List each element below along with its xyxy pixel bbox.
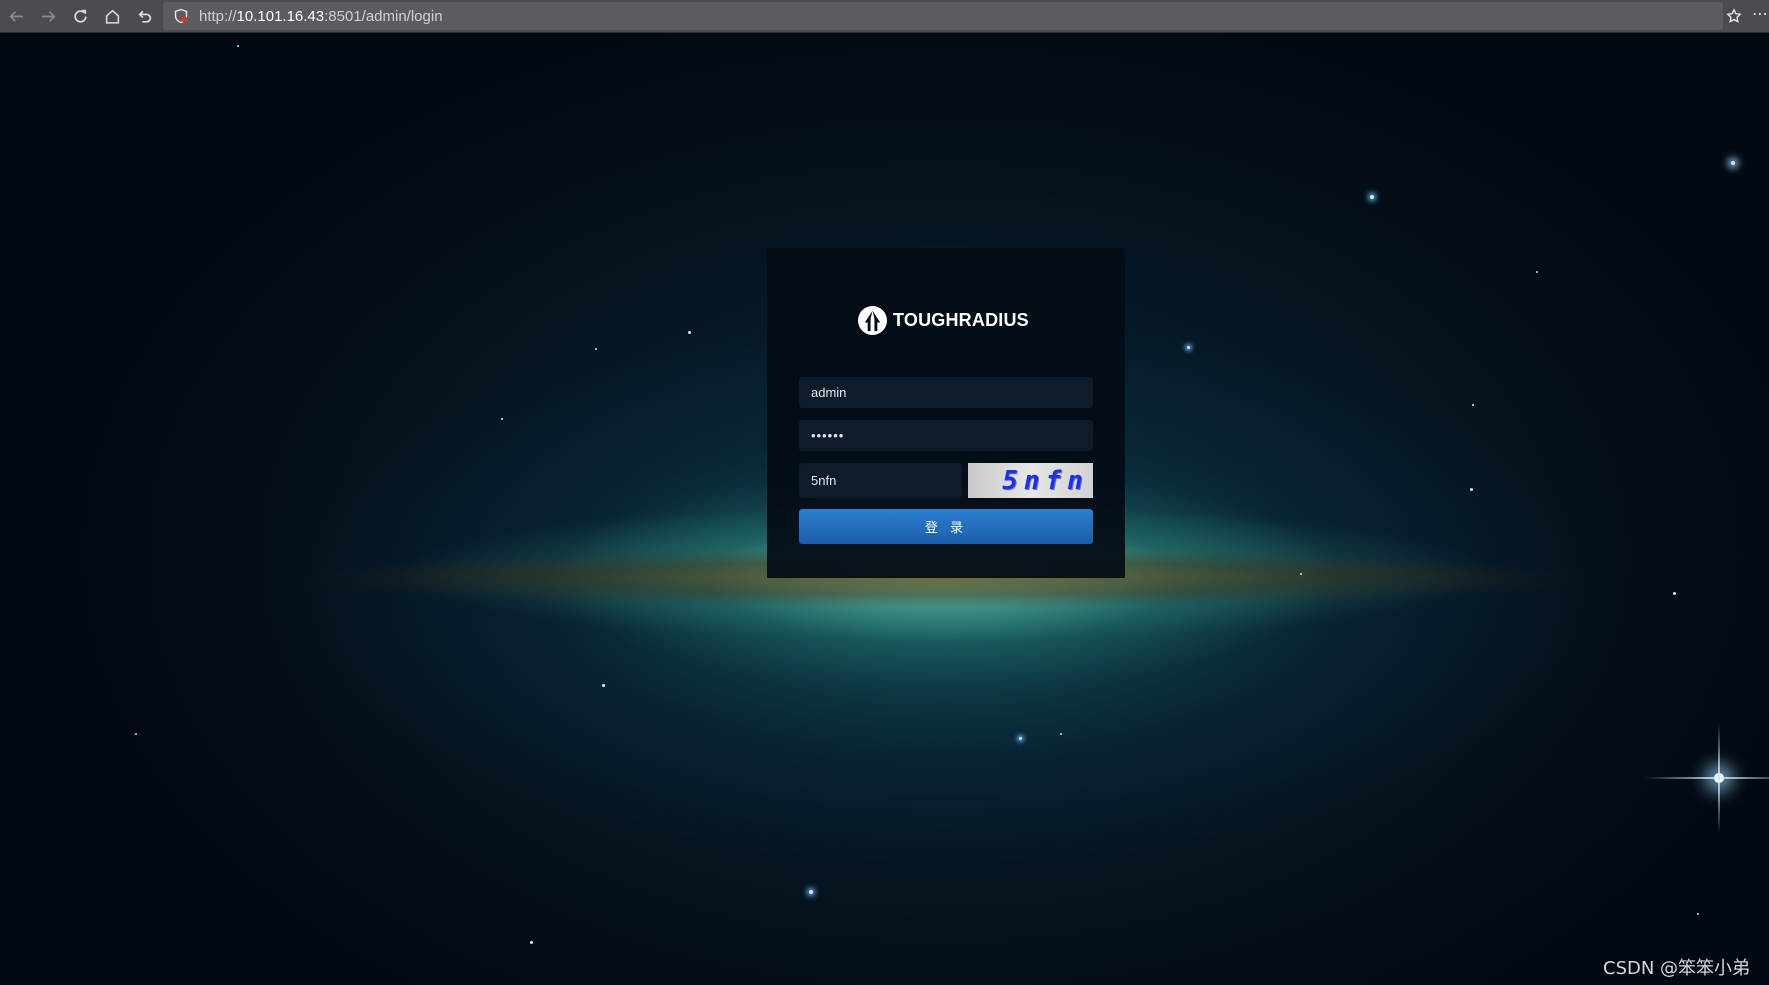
star: [1019, 737, 1022, 740]
star: [1697, 913, 1699, 915]
more-menu-icon[interactable]: ⋯: [1752, 4, 1769, 28]
star: [501, 418, 503, 420]
login-button[interactable]: 登 录: [799, 509, 1093, 544]
url-path: :8501/admin/login: [324, 7, 443, 25]
back-icon[interactable]: [0, 0, 32, 33]
password-input[interactable]: ••••••: [799, 420, 1093, 451]
star: [237, 45, 239, 47]
captcha-input[interactable]: 5nfn: [799, 463, 962, 498]
url-text: http://10.101.16.43:8501/admin/login: [199, 8, 443, 25]
star: [1370, 195, 1374, 199]
star: [688, 331, 691, 334]
browser-toolbar: http://10.101.16.43:8501/admin/login ⋯: [0, 0, 1769, 33]
url-host: 10.101.16.43: [236, 7, 325, 25]
login-panel: TOUGHRADIUS admin •••••• 5nfn 5nfn 登 录: [767, 248, 1125, 578]
toughradius-logo-icon: [857, 305, 888, 336]
star: [1060, 733, 1062, 735]
star: [1731, 161, 1735, 165]
logo: TOUGHRADIUS: [857, 305, 1029, 336]
undo-icon[interactable]: [128, 0, 160, 33]
url-prefix: http://: [199, 7, 237, 25]
bright-star-flare: [1644, 723, 1769, 833]
captcha-image-text: 5nfn: [1002, 465, 1089, 496]
reload-icon[interactable]: [64, 0, 96, 33]
star: [602, 684, 605, 687]
star: [1472, 404, 1474, 406]
star: [809, 890, 813, 894]
shield-icon[interactable]: [173, 8, 189, 24]
star: [1300, 573, 1302, 575]
star: [530, 941, 533, 944]
captcha-image[interactable]: 5nfn: [968, 463, 1093, 498]
star: [1673, 592, 1676, 595]
home-icon[interactable]: [96, 0, 128, 33]
watermark: CSDN @笨笨小弟: [1603, 958, 1751, 979]
star: [1536, 271, 1538, 273]
star: [135, 733, 137, 735]
star: [595, 348, 597, 350]
star: [1187, 346, 1190, 349]
username-input[interactable]: admin: [799, 377, 1093, 408]
star: [1470, 488, 1473, 491]
address-bar[interactable]: http://10.101.16.43:8501/admin/login: [163, 2, 1723, 30]
forward-icon[interactable]: [32, 0, 64, 33]
logo-text: TOUGHRADIUS: [893, 310, 1029, 330]
bookmark-star-icon[interactable]: [1722, 4, 1746, 28]
